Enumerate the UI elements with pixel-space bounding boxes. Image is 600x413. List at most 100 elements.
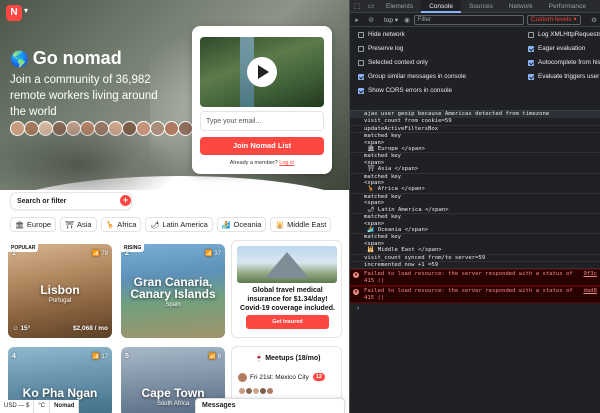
console-message: incremented now +1 =59: [350, 262, 600, 270]
email-input[interactable]: Type your email...: [200, 111, 324, 131]
region-filter-oceania[interactable]: 🏄 Oceania: [216, 217, 267, 232]
console-filter-input[interactable]: Filter: [413, 14, 524, 25]
checkbox[interactable]: [528, 73, 534, 80]
tab-sources[interactable]: Sources: [461, 0, 501, 13]
avatar[interactable]: [80, 121, 95, 136]
signup-card: Type your email... Join Nomad List Alrea…: [192, 26, 332, 174]
avatar[interactable]: [38, 121, 53, 136]
console-error: × Failed to load resource: the server res…: [350, 286, 600, 303]
plus-icon[interactable]: +: [120, 195, 131, 206]
console-message: visit_count from cookie=59: [350, 118, 600, 126]
tab-performance[interactable]: Performance: [541, 0, 594, 13]
intro-video[interactable]: [200, 37, 324, 107]
chevron-down-icon[interactable]: ▾: [24, 6, 28, 15]
checkbox[interactable]: [528, 59, 534, 66]
nomadlist-logo[interactable]: N: [6, 5, 22, 21]
clear-console-icon[interactable]: ⊘: [364, 16, 378, 24]
console-option[interactable]: Log XMLHttpRequests: [528, 31, 600, 38]
region-filter-latin-america[interactable]: 🌶 Latin America: [145, 217, 213, 232]
region-icon: 🕌: [275, 221, 285, 229]
region-icon: 🏛: [15, 221, 24, 229]
region-icon: 🦒: [105, 221, 115, 229]
city-card-lisbon[interactable]: POPULAR 1 📶 78 Lisbon Portugal ☺ 15° $2,…: [8, 244, 112, 338]
console-option[interactable]: Hide network: [358, 31, 405, 38]
login-link[interactable]: Log in: [279, 160, 294, 166]
avatar[interactable]: [10, 121, 25, 136]
card-city: Gran Canaria, Canary Islands: [130, 275, 216, 301]
meetups-title: 🍷 Meetups (18/mo): [254, 355, 321, 362]
avatar[interactable]: [66, 121, 81, 136]
checkbox[interactable]: [528, 45, 534, 52]
card-city: Lisbon: [40, 283, 80, 297]
console-option[interactable]: Selected context only: [358, 59, 428, 66]
avatar[interactable]: [178, 121, 193, 136]
join-button[interactable]: Join Nomad List: [200, 137, 324, 155]
checkbox[interactable]: [358, 73, 364, 80]
console-option[interactable]: Preserve log: [358, 45, 403, 52]
console-option[interactable]: Show CORS errors in console: [358, 87, 452, 94]
region-filter-africa[interactable]: 🦒 Africa: [100, 217, 142, 232]
city-card-gran-canaria[interactable]: RISING 2 📶 37 Gran Canaria, Canary Islan…: [121, 244, 225, 338]
ad-text: Global travel medical insurance for $1.3…: [240, 287, 335, 312]
tab-elements[interactable]: Elements: [378, 0, 421, 13]
console-message: ajax user geoip because Americas detecte…: [350, 111, 600, 119]
currency-selector[interactable]: USD — $: [0, 400, 35, 413]
temperature-unit-toggle[interactable]: °C: [34, 400, 51, 413]
card-rank: 5: [125, 353, 129, 360]
avatar[interactable]: [136, 121, 151, 136]
region-icon: 🏄: [221, 221, 231, 229]
avatar[interactable]: [94, 121, 109, 136]
console-option[interactable]: Eager evaluation: [528, 45, 585, 52]
console-option[interactable]: Evaluate triggers user activation: [528, 73, 600, 80]
avatar: [238, 372, 247, 382]
messages-panel-tab[interactable]: Messages: [195, 398, 345, 413]
card-country: Spain: [165, 302, 181, 308]
console-prompt[interactable]: ›: [350, 303, 600, 313]
console-option-label: Group similar messages in console: [368, 73, 466, 80]
card-rank: 2: [125, 250, 129, 257]
avatar[interactable]: [52, 121, 67, 136]
card-rank: 1: [12, 250, 16, 257]
gear-icon[interactable]: ⚙: [591, 16, 597, 24]
hero-title: 🌎 Go nomad: [10, 48, 122, 68]
sidebar-toggle-icon[interactable]: ▸: [350, 16, 364, 24]
checkbox[interactable]: [528, 31, 534, 38]
console-option-label: Eager evaluation: [538, 45, 586, 52]
console-option[interactable]: Autocomplete from history: [528, 59, 600, 66]
play-icon[interactable]: [247, 57, 277, 87]
region-filter-asia[interactable]: ⛩ Asia: [60, 217, 97, 232]
checkbox[interactable]: [358, 59, 364, 66]
region-icon: 🌶: [150, 221, 160, 229]
search-filter-input[interactable]: Search or filter: [10, 192, 132, 210]
device-toolbar-icon[interactable]: ▭: [364, 2, 378, 10]
get-insured-button[interactable]: Get insured: [246, 315, 329, 329]
checkbox[interactable]: [358, 31, 364, 38]
meetup-item[interactable]: Fri 21st: Mexico City 12: [238, 370, 338, 384]
card-temp: ☺ 15°: [12, 325, 31, 332]
log-levels-dropdown[interactable]: Custom levels ▾: [526, 14, 581, 25]
context-selector[interactable]: top ▾: [381, 16, 401, 24]
avatar[interactable]: [122, 121, 137, 136]
eye-icon[interactable]: ◉: [404, 16, 410, 24]
error-source-link[interactable]: 9f3c: [584, 271, 597, 277]
website-viewport: N ▾ 🌎 Go nomad Join a community of 36,982…: [0, 0, 349, 413]
console-option-label: Selected context only: [368, 59, 428, 66]
checkbox[interactable]: [358, 87, 364, 94]
console-message: matched key <span> 🏄 Oceania </span>: [350, 214, 600, 235]
avatar[interactable]: [24, 121, 39, 136]
region-filter-middle-east[interactable]: 🕌 Middle East: [270, 217, 332, 232]
region-filter-europe[interactable]: 🏛 Europe: [10, 217, 57, 232]
avatar[interactable]: [108, 121, 123, 136]
card-price: $2,068 / mo: [72, 325, 108, 332]
mode-toggle[interactable]: Nomad: [50, 400, 80, 413]
tab-console[interactable]: Console: [421, 0, 461, 13]
console-message: matched key <span> 🏛 Europe </span>: [350, 133, 600, 154]
avatar[interactable]: [150, 121, 165, 136]
ad-image: [237, 246, 337, 283]
tab-network[interactable]: Network: [501, 0, 541, 13]
console-option[interactable]: Group similar messages in console: [358, 73, 466, 80]
inspect-element-icon[interactable]: ⬚: [350, 2, 364, 10]
avatar[interactable]: [164, 121, 179, 136]
checkbox[interactable]: [358, 45, 364, 52]
error-source-link[interactable]: dad8: [584, 288, 597, 294]
